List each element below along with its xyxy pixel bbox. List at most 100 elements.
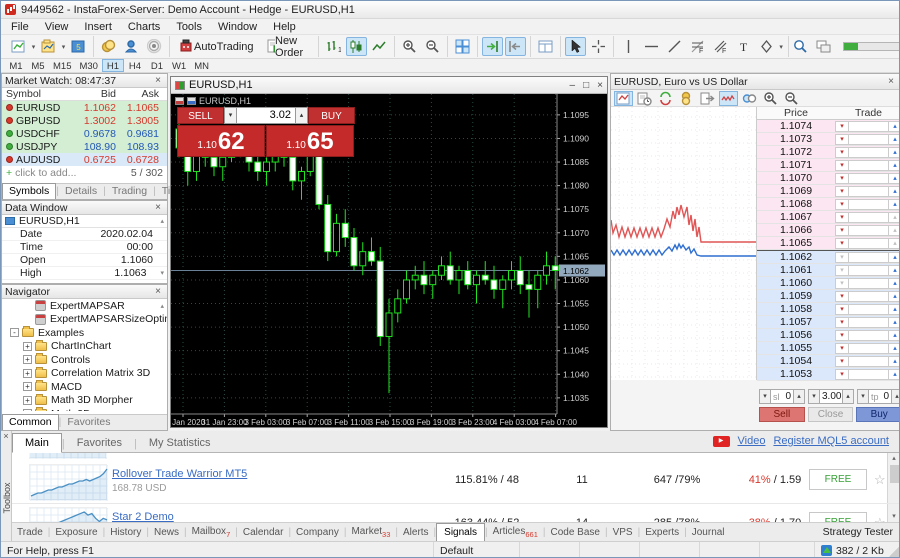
community-icon[interactable] <box>121 37 142 56</box>
data-window-icon[interactable] <box>535 37 556 56</box>
shapes-dropdown-icon[interactable]: ▾ <box>778 37 785 56</box>
toolbox-tab-market[interactable]: Market33 <box>346 524 395 541</box>
dom-ticks-icon[interactable] <box>719 91 738 106</box>
dom-sell-row[interactable]: 1.1067▾▴ <box>757 211 900 224</box>
vertical-line-icon[interactable] <box>618 37 639 56</box>
sell-chevron-icon[interactable]: ▾ <box>835 147 849 158</box>
dom-volume-cell[interactable] <box>849 160 888 171</box>
tp-decrease-button[interactable]: ▾ <box>857 389 869 404</box>
sell-price-panel[interactable]: 1.10 62 <box>177 125 265 157</box>
dom-book-icon[interactable] <box>635 91 654 106</box>
buy-chevron-icon[interactable]: ▴ <box>888 317 900 328</box>
dom-buy-row[interactable]: 1.1055▾▴ <box>757 342 900 355</box>
expand-icon[interactable]: + <box>23 396 32 405</box>
sell-chevron-icon[interactable]: ▾ <box>835 199 849 210</box>
crosshair-icon[interactable] <box>588 37 609 56</box>
dom-sell-row[interactable]: 1.1074▾▴ <box>757 120 900 133</box>
buy-chevron-icon[interactable]: ▴ <box>888 369 900 380</box>
dom-export-icon[interactable] <box>698 91 717 106</box>
toolbox-tab-experts[interactable]: Experts <box>640 525 684 540</box>
buy-chevron-icon[interactable]: ▴ <box>888 265 900 276</box>
signal-name-link[interactable]: Rollover Trade Warrior MT5 <box>112 468 247 480</box>
buy-chevron-icon[interactable]: ▴ <box>888 252 900 263</box>
navigator-item-examples[interactable]: -Examples <box>2 326 167 340</box>
signal-row-partial[interactable] <box>29 453 107 459</box>
dom-buy-row[interactable]: 1.1060▾▴ <box>757 277 900 290</box>
navigator-item-math-3d-morpher[interactable]: +Math 3D Morpher <box>2 394 167 408</box>
close-icon[interactable]: × <box>152 202 164 213</box>
scroll-up-icon[interactable]: ▴ <box>160 217 167 225</box>
buy-chevron-icon[interactable]: ▴ <box>888 147 900 158</box>
free-button[interactable]: FREE <box>809 512 867 522</box>
menu-help[interactable]: Help <box>265 21 304 33</box>
dom-buy-row[interactable]: 1.1053▾▴ <box>757 368 900 381</box>
dom-refresh-icon[interactable] <box>656 91 675 106</box>
timeframe-m30[interactable]: M30 <box>75 59 101 72</box>
timeframe-mn[interactable]: MN <box>190 59 213 72</box>
tab-details[interactable]: Details <box>59 184 103 199</box>
trendline-icon[interactable] <box>664 37 685 56</box>
dom-sell-row[interactable]: 1.1073▾▴ <box>757 133 900 146</box>
toolbox-tab-exposure[interactable]: Exposure <box>50 525 102 540</box>
dom-volume-cell[interactable] <box>849 212 888 223</box>
sell-chevron-icon[interactable]: ▾ <box>835 356 849 367</box>
dom-volume-cell[interactable] <box>849 225 888 236</box>
dom-sell-row[interactable]: 1.1072▾▴ <box>757 146 900 159</box>
toolbox-tab-alerts[interactable]: Alerts <box>398 525 434 540</box>
collapse-icon[interactable]: - <box>10 328 19 337</box>
cursor-icon[interactable] <box>565 37 586 56</box>
dom-group-icon[interactable] <box>740 91 759 106</box>
toolbox-tab-code-base[interactable]: Code Base <box>546 525 605 540</box>
dom-buy-row[interactable]: 1.1059▾▴ <box>757 290 900 303</box>
scroll-down-icon[interactable]: ▾ <box>160 269 167 277</box>
toolbox-tab-company[interactable]: Company <box>291 525 344 540</box>
video-link[interactable]: Video <box>738 435 766 447</box>
dom-volume-cell[interactable] <box>849 147 888 158</box>
dom-sell-button[interactable]: Sell <box>759 407 805 422</box>
menu-charts[interactable]: Charts <box>120 21 168 33</box>
menu-tools[interactable]: Tools <box>168 21 210 33</box>
horizontal-line-icon[interactable] <box>641 37 662 56</box>
menu-file[interactable]: File <box>3 21 37 33</box>
market-watch-row[interactable]: AUDUSD0.67250.6728 <box>2 153 167 166</box>
buy-chevron-icon[interactable]: ▴ <box>888 199 900 210</box>
buy-chevron-icon[interactable]: ▴ <box>888 304 900 315</box>
dom-volume-cell[interactable] <box>849 304 888 315</box>
navigator-item-macd[interactable]: +MACD <box>2 380 167 394</box>
signal-name-link[interactable]: Star 2 Demo <box>112 511 174 522</box>
dom-volume-cell[interactable] <box>849 369 888 380</box>
new-chart-icon[interactable] <box>8 37 29 56</box>
dom-volume-cell[interactable] <box>849 343 888 354</box>
sl-increase-button[interactable]: ▴ <box>793 389 805 404</box>
dom-sell-row[interactable]: 1.1070▾▴ <box>757 172 900 185</box>
favorite-star-icon[interactable]: ☆ <box>874 472 886 488</box>
sell-chevron-icon[interactable]: ▾ <box>835 134 849 145</box>
tab-my-statistics[interactable]: My Statistics <box>137 434 223 452</box>
price-chart[interactable]: EURUSD,H1 SELL ▾ 3.02 ▴ BUY 1.10 62 1.10 <box>171 94 607 427</box>
toolbox-tab-vps[interactable]: VPS <box>608 525 638 540</box>
timeframe-h1[interactable]: H1 <box>102 59 124 72</box>
buy-button[interactable]: BUY <box>308 107 355 124</box>
sell-chevron-icon[interactable]: ▾ <box>835 343 849 354</box>
toolbox-tab-calendar[interactable]: Calendar <box>238 525 289 540</box>
close-icon[interactable]: × <box>152 75 164 86</box>
dom-close-button[interactable]: Close <box>808 407 854 422</box>
dom-sell-row[interactable]: 1.1071▾▴ <box>757 159 900 172</box>
buy-chevron-icon[interactable]: ▴ <box>888 330 900 341</box>
buy-chevron-icon[interactable]: ▴ <box>888 134 900 145</box>
volume-decrease-button[interactable]: ▾ <box>224 107 237 124</box>
expand-icon[interactable]: + <box>23 382 32 391</box>
dom-volume-cell[interactable] <box>849 265 888 276</box>
dom-buy-row[interactable]: 1.1058▾▴ <box>757 303 900 316</box>
toolbox-tab-trade[interactable]: Trade <box>12 525 48 540</box>
free-button[interactable]: FREE <box>809 469 867 490</box>
video-icon[interactable]: ▶ <box>713 436 730 447</box>
buy-chevron-icon[interactable]: ▴ <box>888 343 900 354</box>
dom-buy-row[interactable]: 1.1054▾▴ <box>757 355 900 368</box>
navigator-item-chartinchart[interactable]: +ChartInChart <box>2 340 167 354</box>
dom-volume-icon[interactable] <box>677 91 696 106</box>
buy-price-panel[interactable]: 1.10 65 <box>266 125 354 157</box>
dom-volume-cell[interactable] <box>849 330 888 341</box>
payments-icon[interactable] <box>98 37 119 56</box>
dom-buy-button[interactable]: Buy <box>856 407 900 422</box>
